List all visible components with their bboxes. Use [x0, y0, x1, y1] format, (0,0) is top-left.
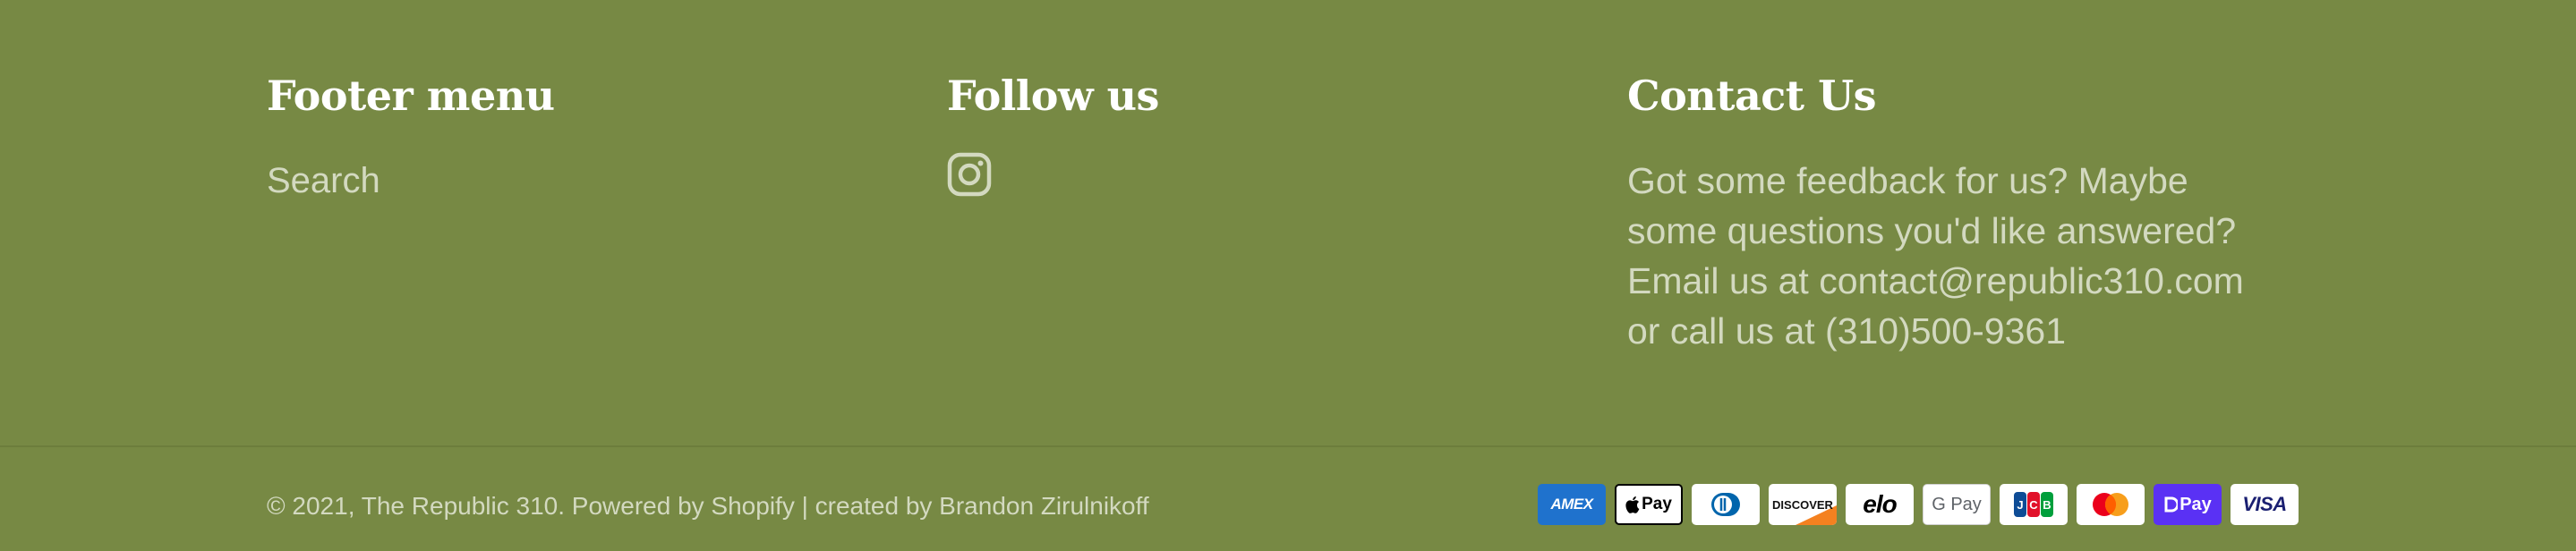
contact-us-heading: Contact Us: [1627, 72, 1877, 120]
jcb-icon: J C B: [2000, 484, 2068, 525]
shop-pay-label: Pay: [2179, 494, 2212, 514]
follow-us-column: Follow us: [947, 64, 1574, 197]
google-pay-icon: G Pay: [1923, 484, 1991, 525]
footer-divider: [0, 445, 2576, 447]
svg-text:J: J: [2017, 498, 2023, 512]
svg-text:B: B: [2043, 498, 2051, 512]
copyright-text: © 2021, The Republic 310. Powered by Sho…: [267, 492, 1149, 520]
apple-pay-label: Pay: [1642, 495, 1672, 513]
footer-menu-column: Footer menu Search: [267, 64, 893, 206]
footer-link-search[interactable]: Search: [267, 156, 893, 206]
apple-pay-icon: Pay: [1615, 484, 1683, 525]
contact-line: some questions you'd like answered?: [1627, 210, 2237, 251]
contact-text: Got some feedback for us? Maybe some que…: [1627, 156, 2307, 356]
shop-pay-icon: Pay: [2154, 484, 2222, 525]
contact-line: Got some feedback for us? Maybe: [1627, 160, 2188, 201]
discover-icon: DISCOVER: [1769, 484, 1837, 525]
discover-label: DISCOVER: [1772, 497, 1833, 512]
contact-line: Email us at contact@republic310.com: [1627, 260, 2244, 301]
diners-club-icon: [1692, 484, 1760, 525]
footer-menu-heading: Footer menu: [267, 72, 555, 120]
payment-icons: AMEX Pay DISCOVER elo G Pay J C B Pay VI…: [1538, 484, 2299, 525]
visa-label: VISA: [2242, 493, 2287, 515]
site-footer: Footer menu Search Follow us Contact Us …: [0, 0, 2576, 445]
amex-label: AMEX: [1550, 496, 1593, 513]
elo-label: elo: [1863, 490, 1897, 518]
contact-line: or call us at (310)500-9361: [1627, 310, 2067, 352]
svg-text:C: C: [2029, 498, 2038, 512]
amex-icon: AMEX: [1538, 484, 1606, 525]
elo-icon: elo: [1846, 484, 1914, 525]
follow-us-heading: Follow us: [947, 72, 1159, 120]
contact-us-column: Contact Us Got some feedback for us? May…: [1627, 64, 2307, 356]
mastercard-icon: [2077, 484, 2145, 525]
visa-icon: VISA: [2231, 484, 2299, 525]
google-pay-label: G Pay: [1932, 494, 1982, 514]
instagram-icon[interactable]: [947, 152, 992, 197]
